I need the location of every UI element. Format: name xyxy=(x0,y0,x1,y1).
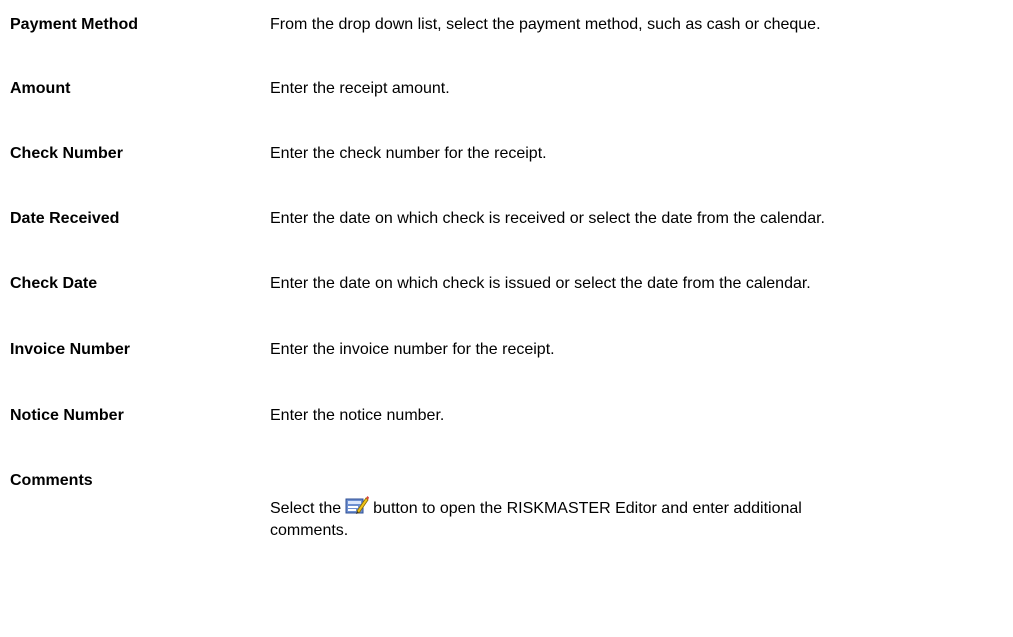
comments-text-before: Select the xyxy=(270,500,342,517)
field-description: Enter the check number for the receipt. xyxy=(270,145,547,162)
field-row-notice-number: Notice Number Enter the notice number. xyxy=(10,407,1010,447)
field-row-check-date: Check Date Enter the date on which check… xyxy=(10,275,1010,315)
field-label: Check Date xyxy=(10,275,98,292)
field-description: Select the button to open the RISKMASTER… xyxy=(270,494,830,540)
field-label: Comments xyxy=(10,472,93,489)
field-row-invoice-number: Invoice Number Enter the invoice number … xyxy=(10,341,1010,381)
field-description: Enter the date on which check is issued … xyxy=(270,275,811,292)
field-row-check-number: Check Number Enter the check number for … xyxy=(10,145,1010,185)
field-label: Notice Number xyxy=(10,407,124,424)
field-row-amount: Amount Enter the receipt amount. xyxy=(10,80,1010,120)
field-label: Payment Method xyxy=(10,16,139,33)
field-description: Enter the notice number. xyxy=(270,407,445,424)
field-label: Invoice Number xyxy=(10,341,131,358)
field-row-payment-method: Payment Method From the drop down list, … xyxy=(10,16,1010,56)
editor-icon xyxy=(345,494,370,521)
field-description: Enter the date on which check is receive… xyxy=(270,210,825,227)
field-label: Check Number xyxy=(10,145,123,162)
field-label: Date Received xyxy=(10,210,120,227)
field-description: Enter the receipt amount. xyxy=(270,80,450,97)
field-row-date-received: Date Received Enter the date on which ch… xyxy=(10,210,1010,250)
field-row-comments: Comments Select the button to open the R… xyxy=(10,472,1010,562)
field-description: From the drop down list, select the paym… xyxy=(270,16,821,33)
field-description: Enter the invoice number for the receipt… xyxy=(270,341,555,358)
field-label: Amount xyxy=(10,80,71,97)
